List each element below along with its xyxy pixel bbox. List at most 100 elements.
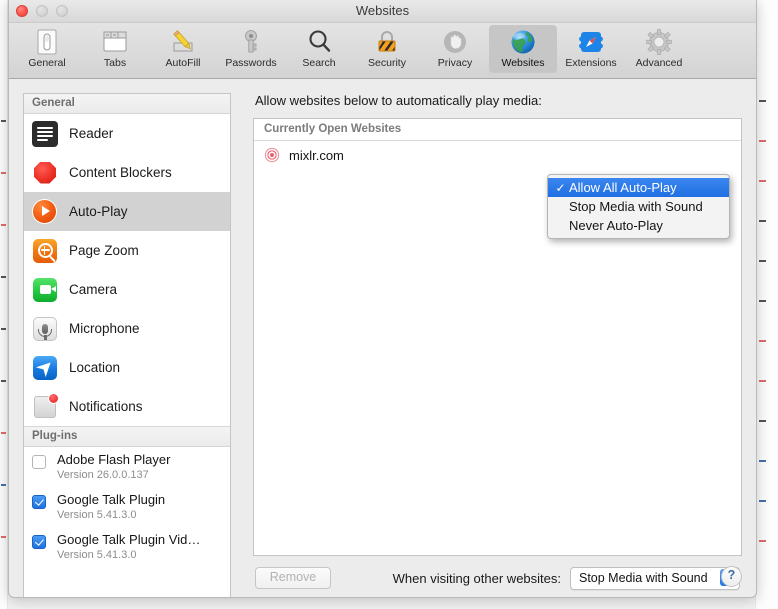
table-column-header: Currently Open Websites <box>254 119 741 141</box>
close-button-icon[interactable] <box>16 5 28 17</box>
pane-caption: Allow websites below to automatically pl… <box>255 93 542 108</box>
tabs-icon <box>81 27 149 57</box>
toolbar-item-security[interactable]: Security <box>353 25 421 73</box>
passwords-icon <box>217 27 285 57</box>
preferences-window: Websites General Tabs AutoFill Passwords… <box>8 0 757 598</box>
plugin-row-adobe-flash-player[interactable]: Adobe Flash Player Version 26.0.0.137 <box>24 447 230 487</box>
toolbar-label: Privacy <box>437 57 473 69</box>
sidebar-item-page-zoom[interactable]: Page Zoom <box>24 231 230 270</box>
toolbar-item-extensions[interactable]: Extensions <box>557 25 625 73</box>
plugin-checkbox[interactable] <box>32 495 46 509</box>
sidebar-item-auto-play[interactable]: Auto-Play <box>24 192 230 231</box>
background-mark <box>759 420 766 422</box>
sidebar-item-notifications[interactable]: Notifications <box>24 387 230 426</box>
toolbar-item-websites[interactable]: Websites <box>489 25 557 73</box>
window-title: Websites <box>355 3 410 18</box>
menu-item-allow-all-auto-play[interactable]: ✓ Allow All Auto-Play <box>548 178 729 197</box>
toolbar-label: General <box>28 57 66 69</box>
toolbar-label: AutoFill <box>165 57 201 69</box>
auto-play-popup-menu[interactable]: ✓ Allow All Auto-Play Stop Media with So… <box>547 174 730 239</box>
toolbar-item-tabs[interactable]: Tabs <box>81 25 149 73</box>
websites-sidebar[interactable]: General Reader Content Blockers Auto-Pla… <box>23 93 231 597</box>
plugin-checkbox[interactable] <box>32 455 46 469</box>
other-websites-select[interactable]: Stop Media with Sound <box>570 566 740 590</box>
menu-item-stop-media-with-sound[interactable]: Stop Media with Sound <box>548 197 729 216</box>
auto-play-icon <box>32 198 58 225</box>
sidebar-item-microphone[interactable]: Microphone <box>24 309 230 348</box>
sidebar-item-camera[interactable]: Camera <box>24 270 230 309</box>
auto-play-pane: Allow websites below to automatically pl… <box>253 93 742 597</box>
sidebar-group-header-plugins: Plug-ins <box>24 426 230 447</box>
site-name: mixlr.com <box>289 147 344 163</box>
plugin-name: Google Talk Plugin Vid… <box>57 532 201 547</box>
background-mark <box>759 300 766 302</box>
menu-item-never-auto-play[interactable]: Never Auto-Play <box>548 216 729 235</box>
location-icon <box>32 355 58 381</box>
extensions-icon <box>557 27 625 57</box>
help-button[interactable]: ? <box>721 566 742 587</box>
screen: Websites General Tabs AutoFill Passwords… <box>0 0 778 609</box>
camera-icon <box>32 277 58 303</box>
background-mark <box>759 540 766 542</box>
menu-item-label: Allow All Auto-Play <box>569 180 677 195</box>
sidebar-item-content-blockers[interactable]: Content Blockers <box>24 153 230 192</box>
sidebar-item-location[interactable]: Location <box>24 348 230 387</box>
plugin-checkbox[interactable] <box>32 535 46 549</box>
toolbar-item-autofill[interactable]: AutoFill <box>149 25 217 73</box>
sidebar-item-label: Auto-Play <box>69 204 128 219</box>
background-mark <box>1 276 6 278</box>
plugin-version: Version 26.0.0.137 <box>57 469 149 481</box>
sidebar-item-label: Page Zoom <box>69 243 139 258</box>
background-mark <box>1 536 6 538</box>
background-page-right <box>755 0 778 609</box>
minimize-button-icon[interactable] <box>36 5 48 17</box>
toolbar-item-advanced[interactable]: Advanced <box>625 25 693 73</box>
reader-icon <box>32 120 58 147</box>
sidebar-item-label: Location <box>69 360 121 375</box>
toolbar-label: Websites <box>501 57 545 69</box>
background-mark <box>1 172 6 174</box>
plugin-row-google-talk-plugin-video[interactable]: Google Talk Plugin Vid… Version 5.41.3.0 <box>24 527 230 567</box>
microphone-icon <box>32 316 58 342</box>
pane-footer: Remove When visiting other websites: Sto… <box>253 556 742 597</box>
toolbar-item-privacy[interactable]: Privacy <box>421 25 489 73</box>
toolbar-item-passwords[interactable]: Passwords <box>217 25 285 73</box>
sidebar-item-label: Camera <box>69 282 118 297</box>
plugin-row-google-talk-plugin[interactable]: Google Talk Plugin Version 5.41.3.0 <box>24 487 230 527</box>
sidebar-item-label: Microphone <box>69 321 140 336</box>
mixlr-favicon <box>264 147 280 163</box>
sidebar-item-label: Content Blockers <box>69 165 172 180</box>
toolbar-item-general[interactable]: General <box>13 25 81 73</box>
other-websites-value: Stop Media with Sound <box>579 571 708 585</box>
other-websites-control: When visiting other websites: Stop Media… <box>392 566 740 590</box>
background-mark <box>759 260 766 262</box>
remove-button[interactable]: Remove <box>255 567 331 589</box>
notifications-icon <box>32 392 59 420</box>
background-mark <box>759 500 766 502</box>
background-page-left <box>0 0 8 609</box>
search-icon <box>285 27 353 57</box>
advanced-icon <box>625 27 693 57</box>
background-mark <box>759 220 766 222</box>
menu-item-label: Never Auto-Play <box>569 218 663 233</box>
sidebar-group-header-general: General <box>24 94 230 114</box>
checkmark-icon: ✓ <box>555 180 566 195</box>
zoom-button-icon[interactable] <box>56 5 68 17</box>
toolbar-label: Advanced <box>635 57 683 69</box>
other-websites-label: When visiting other websites: <box>392 570 561 586</box>
plugin-name: Adobe Flash Player <box>57 452 171 467</box>
security-icon <box>353 27 421 57</box>
background-mark <box>1 380 6 382</box>
sidebar-item-reader[interactable]: Reader <box>24 114 230 153</box>
background-mark <box>1 224 6 226</box>
websites-icon <box>489 27 557 57</box>
toolbar-item-search[interactable]: Search <box>285 25 353 73</box>
general-icon <box>13 27 81 57</box>
sidebar-item-label: Notifications <box>69 399 143 414</box>
menu-item-label: Stop Media with Sound <box>569 199 703 214</box>
table-row[interactable]: mixlr.com <box>254 141 741 169</box>
toolbar-label: Search <box>302 57 336 69</box>
plugin-version: Version 5.41.3.0 <box>57 509 137 521</box>
background-mark <box>759 180 766 182</box>
toolbar-label: Security <box>368 57 406 69</box>
